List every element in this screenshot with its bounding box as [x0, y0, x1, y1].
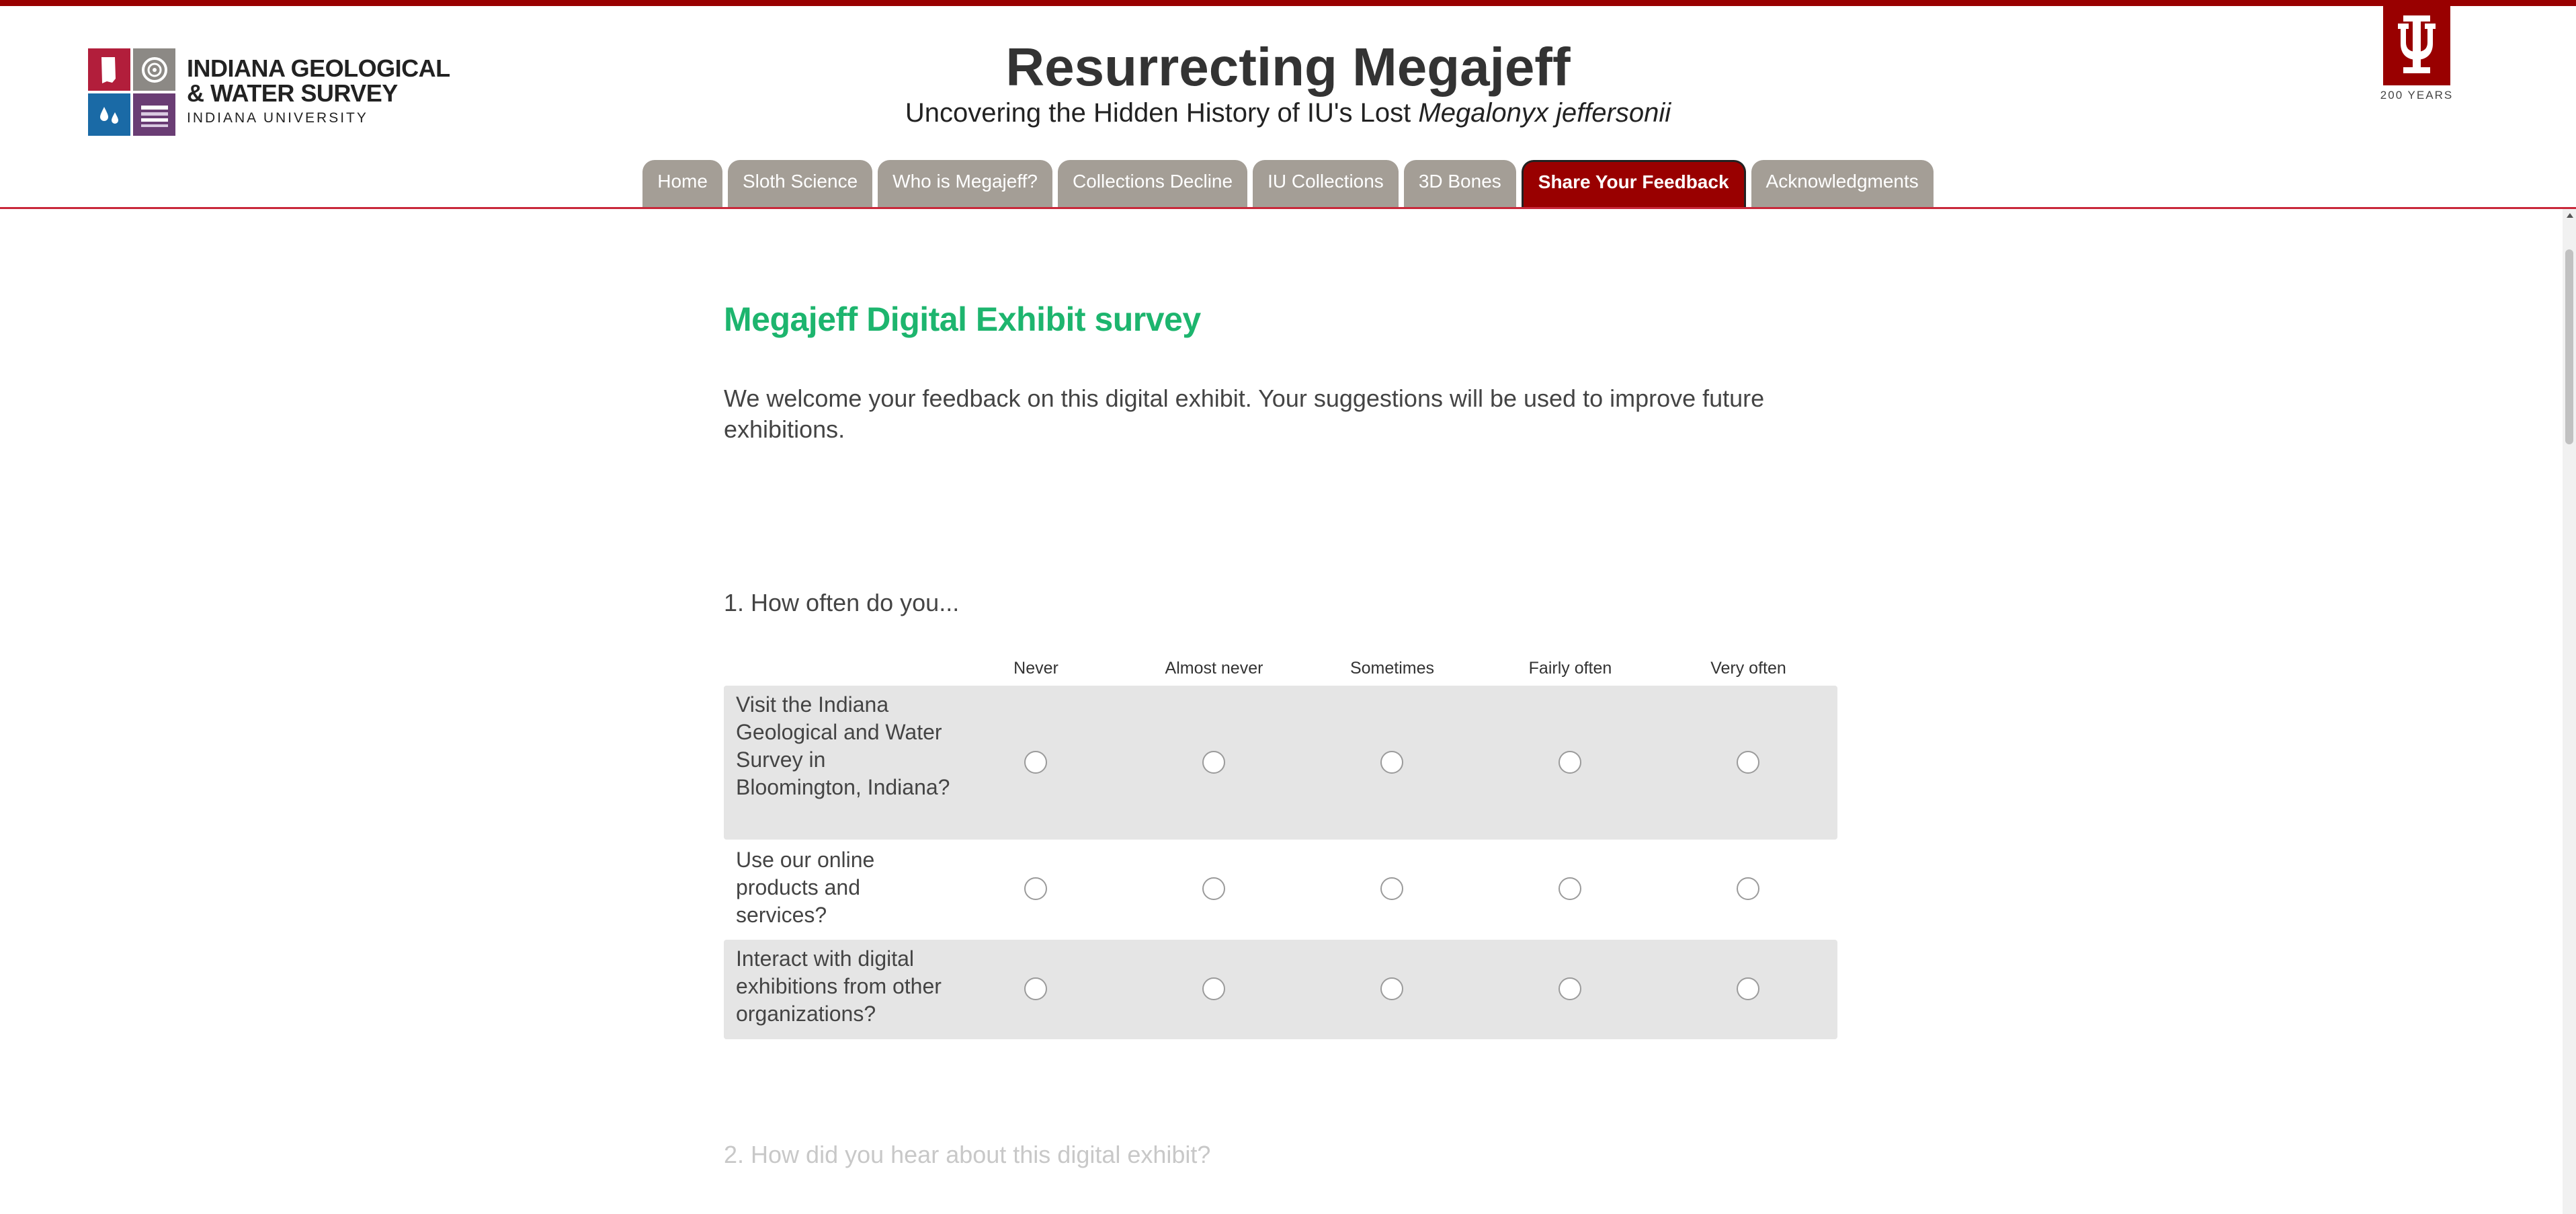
vertical-scrollbar[interactable] — [2563, 209, 2576, 1214]
tab-sloth-science[interactable]: Sloth Science — [727, 160, 873, 207]
top-accent-bar — [0, 0, 2576, 6]
scroll-up-arrow-icon[interactable] — [2567, 213, 2573, 218]
tab-3d-bones[interactable]: 3D Bones — [1403, 160, 1516, 207]
tab-home[interactable]: Home — [642, 160, 722, 207]
tab-collections-decline[interactable]: Collections Decline — [1057, 160, 1248, 207]
row-label: Interact with digital exhibitions from o… — [736, 946, 942, 1026]
question-1-matrix: Never Almost never Sometimes Fairly ofte… — [724, 652, 1837, 1039]
radio-fairly-often[interactable] — [1559, 751, 1581, 774]
tab-who-is-megajeff[interactable]: Who is Megajeff? — [878, 160, 1052, 207]
radio-never[interactable] — [1024, 877, 1047, 900]
column-header-very-often: Very often — [1710, 659, 1786, 678]
question-1-label: 1. How often do you... — [724, 589, 960, 616]
radio-fairly-often[interactable] — [1559, 877, 1581, 900]
radio-very-often[interactable] — [1737, 977, 1759, 1000]
tab-acknowledgments[interactable]: Acknowledgments — [1751, 160, 1934, 207]
column-header-almost-never: Almost never — [1165, 659, 1263, 678]
iu-trident-logo[interactable] — [2383, 6, 2450, 85]
radio-very-often[interactable] — [1737, 751, 1759, 774]
matrix-row-visit-igws: Visit the Indiana Geological and Water S… — [724, 686, 1837, 840]
iu-200-years-text: 200 YEARS — [2380, 89, 2454, 102]
survey-intro: We welcome your feedback on this digital… — [724, 385, 1765, 443]
radio-never[interactable] — [1024, 977, 1047, 1000]
radio-almost-never[interactable] — [1202, 877, 1225, 900]
tab-iu-collections[interactable]: IU Collections — [1253, 160, 1399, 207]
subtitle-species-name: Megalonyx jeffersonii — [1418, 98, 1671, 128]
column-header-never: Never — [1013, 659, 1058, 678]
question-2-label: 2. How did you hear about this digital e… — [724, 1141, 1211, 1168]
matrix-header: Never Almost never Sometimes Fairly ofte… — [724, 652, 1837, 686]
row-label: Use our online products and services? — [736, 848, 875, 927]
radio-fairly-often[interactable] — [1559, 977, 1581, 1000]
radio-sometimes[interactable] — [1380, 877, 1403, 900]
page-title: Resurrecting Megajeff — [1005, 37, 1571, 97]
scrollbar-thumb[interactable] — [2565, 249, 2573, 444]
radio-almost-never[interactable] — [1202, 751, 1225, 774]
nav-divider — [0, 207, 2576, 209]
page-subtitle: Uncovering the Hidden History of IU's Lo… — [0, 94, 2576, 132]
column-header-sometimes: Sometimes — [1349, 659, 1435, 678]
radio-sometimes[interactable] — [1380, 751, 1403, 774]
subtitle-text: Uncovering the Hidden History of IU's Lo… — [905, 98, 1419, 128]
radio-sometimes[interactable] — [1380, 977, 1403, 1000]
matrix-row-online-products: Use our online products and services? — [724, 840, 1837, 940]
matrix-row-digital-exhibitions: Interact with digital exhibitions from o… — [724, 940, 1837, 1039]
column-header-fairly-often: Fairly often — [1528, 659, 1612, 678]
survey-title: Megajeff Digital Exhibit survey — [724, 300, 1201, 338]
radio-very-often[interactable] — [1737, 877, 1759, 900]
radio-almost-never[interactable] — [1202, 977, 1225, 1000]
radio-never[interactable] — [1024, 751, 1047, 774]
main-nav: Home Sloth Science Who is Megajeff? Coll… — [0, 160, 2576, 207]
tab-share-your-feedback[interactable]: Share Your Feedback — [1521, 160, 1746, 207]
row-label: Visit the Indiana Geological and Water S… — [736, 692, 950, 799]
